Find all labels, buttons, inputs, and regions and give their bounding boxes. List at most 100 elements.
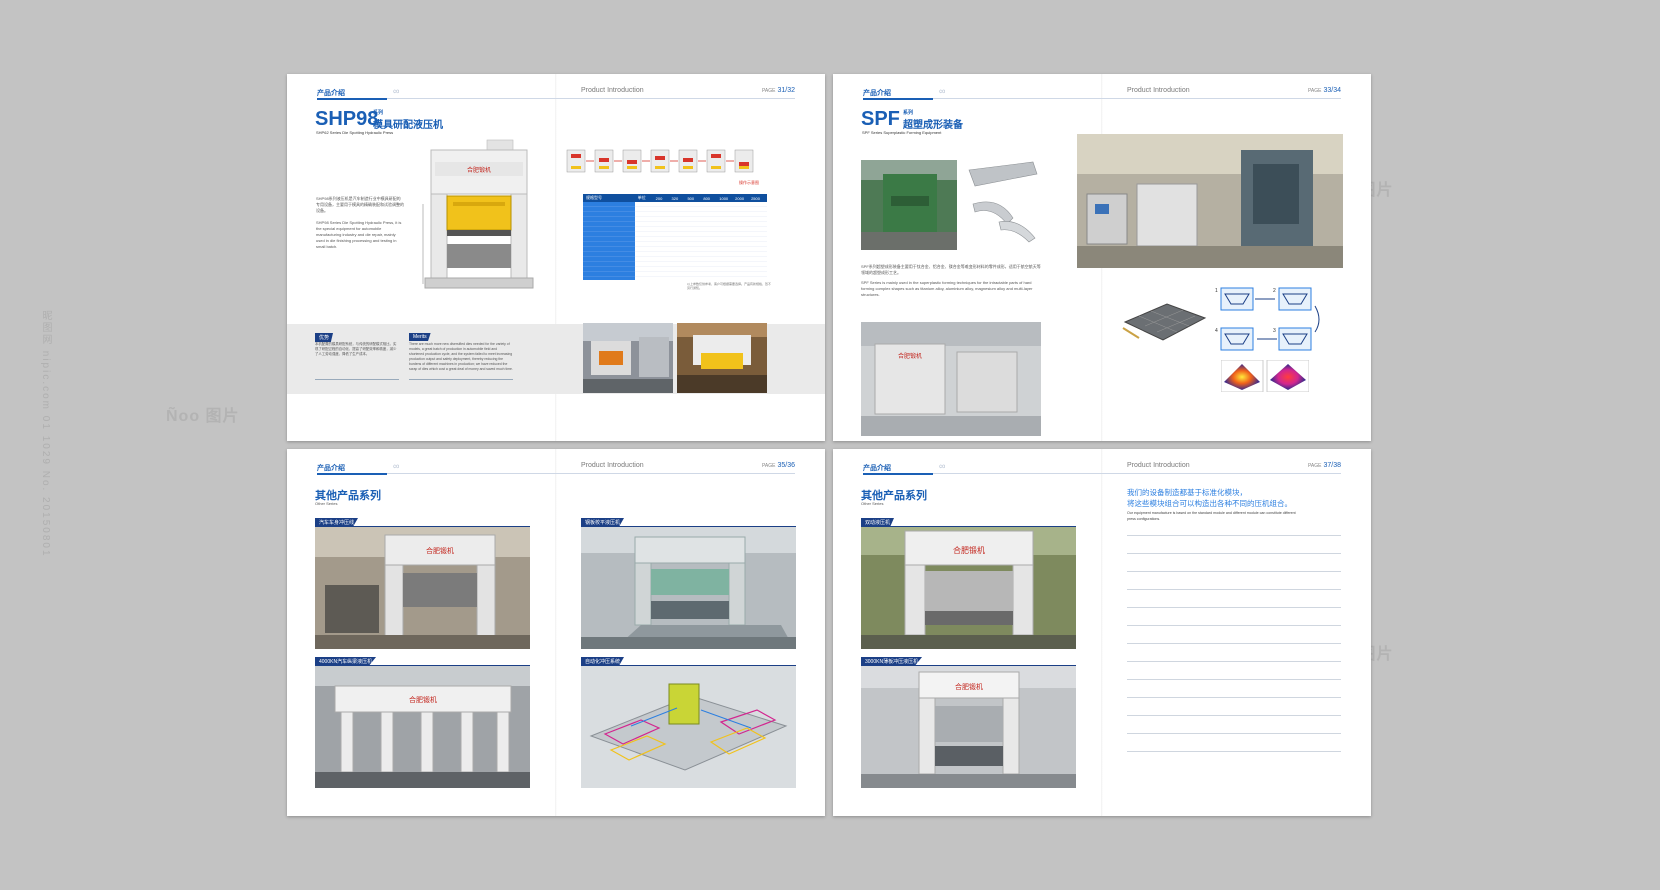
note-line: [1127, 661, 1341, 662]
merit-rule: [409, 379, 513, 380]
step-number: 4: [1215, 328, 1218, 334]
note-line: [1127, 679, 1341, 680]
spec-table: 规格型号 单位 200 320 500 800 1000 2000 2500: [583, 194, 767, 280]
merit-tag-cn: 优势: [315, 333, 334, 342]
press-machine-image: 合肥锻机: [422, 139, 534, 289]
note-text-en: Our equipment manufacture is based on th…: [1127, 511, 1296, 521]
leveling-press-photo: [581, 527, 796, 649]
running-title: Product Introduction: [1127, 462, 1190, 469]
watermark: Ñoo 图片: [166, 408, 240, 425]
header-rule-accent: [317, 98, 387, 100]
formed-parts-image: [968, 161, 1038, 243]
section-subtitle: Other Series: [861, 501, 884, 506]
thermal-simulation-image: [1221, 360, 1309, 392]
description-cn: SHP98系列液压机是汽车制造行业中模具研配的专用设备，主要用于模具的精确装配和…: [316, 196, 404, 213]
spf-mould-diagram: [1122, 303, 1207, 341]
header-rule: [863, 473, 1341, 474]
watermark-vertical-text: 昵图网 nipic.com 01 1029 No. 20150801: [40, 310, 51, 558]
note-line: [1127, 625, 1341, 626]
swirl-icon: ∞: [939, 461, 946, 471]
note-heading-cn: 我们的设备制造都基于标准化模块， 将这些模块组合可以构造出各种不同的压机组合。: [1127, 487, 1347, 509]
brochure-spread-other-series-b: 产品介绍 ∞ Product Introduction PAGE 37/38 其他…: [833, 449, 1371, 816]
description-en: SHP98 Series Die Spotting Hydraulic Pres…: [316, 220, 402, 249]
merit-rule: [315, 379, 399, 380]
section-label: 产品介绍: [317, 90, 345, 97]
note-heading-line: 我们的设备制造都基于标准化模块，: [1127, 488, 1247, 497]
running-title: Product Introduction: [581, 462, 644, 469]
model-suffix: 系列: [373, 110, 384, 116]
operation-cycle-diagram: [566, 149, 754, 173]
page-number: PAGE 35/36: [761, 462, 795, 469]
section-label: 产品介绍: [863, 465, 891, 472]
note-line: [1127, 733, 1341, 734]
model-name: SHP98: [315, 108, 379, 130]
running-title: Product Introduction: [581, 87, 644, 94]
merit-tag-en: Merits: [409, 333, 431, 341]
header-rule: [863, 98, 1341, 99]
page-number: PAGE 31/32: [761, 87, 795, 94]
note-line: [1127, 553, 1341, 554]
section-subtitle: Other Series: [315, 501, 338, 506]
product-title: 超塑成形装备: [903, 120, 963, 131]
brand-plate: 合肥锻机: [955, 682, 983, 691]
spec-table-title: 规格型号: [586, 195, 602, 200]
section-label: 产品介绍: [863, 90, 891, 97]
press-factory-photo: [677, 323, 767, 393]
note-line: [1127, 571, 1341, 572]
header-rule: [317, 473, 795, 474]
page-number: PAGE 37/38: [1307, 462, 1341, 469]
header-rule: [317, 98, 795, 99]
automation-render: [581, 666, 796, 788]
header-rule-accent: [863, 98, 933, 100]
double-action-press-photo: 合肥锻机: [861, 527, 1076, 649]
step-number: 1: [1215, 288, 1218, 294]
spec-col: 320: [671, 195, 679, 201]
spf-workshop-photo: [1077, 134, 1343, 268]
brochure-spread-shp98: 产品介绍 ∞ Product Introduction PAGE 31/32 SH…: [287, 74, 825, 441]
note-line: [1127, 589, 1341, 590]
note-line: [1127, 535, 1341, 536]
section-label: 产品介绍: [317, 465, 345, 472]
note-line: [1127, 715, 1341, 716]
spec-col: 800: [703, 195, 711, 201]
spec-col: 1000: [719, 195, 729, 201]
spec-col: 2500: [751, 195, 760, 201]
note-line: [1127, 607, 1341, 608]
merit-text-en: There are much more new diversified dies…: [409, 342, 513, 371]
spec-col: 200: [655, 195, 663, 201]
running-title: Product Introduction: [1127, 87, 1190, 94]
brochure-spread-spf: 产品介绍 ∞ Product Introduction PAGE 33/34 SP…: [833, 74, 1371, 441]
spec-table-stub: [583, 202, 635, 280]
product-title: 模具研配液压机: [373, 120, 443, 131]
spec-table-footnote: 以上参数仅供参考，客户可根据需要选择。产品有新规格，恕不另行通知。: [687, 282, 772, 290]
spine-fold: [555, 449, 557, 816]
note-line: [1127, 751, 1341, 752]
spec-col: 单位: [637, 195, 646, 200]
brand-plate: 合肥锻机: [426, 546, 454, 555]
sheet-press-photo: 合肥锻机: [861, 666, 1076, 788]
factory-photo: [583, 323, 673, 393]
note-lines: [1127, 535, 1341, 775]
description-cn: SPF系列超塑成形装备主要用于钛合金、铝合金、镁合金等难变形材料的零件成形，适用…: [861, 264, 1041, 275]
note-line: [1127, 697, 1341, 698]
forming-steps-diagram: 1 2 3 4: [1215, 287, 1320, 351]
header-rule-accent: [317, 473, 387, 475]
spf-line-photo: 合肥锻机: [861, 322, 1041, 436]
swirl-icon: ∞: [939, 86, 946, 96]
note-line: [1127, 643, 1341, 644]
press-line-photo: 合肥锻机: [315, 527, 530, 649]
note-heading-line: 将这些模块组合可以构造出各种不同的压机组合。: [1127, 499, 1292, 508]
spine-fold: [1101, 449, 1103, 816]
step-number: 2: [1273, 288, 1276, 294]
swirl-icon: ∞: [393, 86, 400, 96]
brand-plate: 合肥锻机: [409, 695, 437, 704]
merit-text-cn: 本机配置的模具研配系统，与传统的研配模式相比，实现了研配过程的自动化，提高了研配…: [315, 342, 397, 356]
brand-plate: 合肥锻机: [953, 545, 985, 555]
product-subtitle: SPF Series Superplastic Forming Equipmen…: [862, 130, 942, 135]
cycle-label: 操作示意图: [739, 180, 759, 185]
page-number: PAGE 33/34: [1307, 87, 1341, 94]
description-en: SPF Series is mainly used in the superpl…: [861, 280, 1033, 297]
spec-table-body: [635, 202, 767, 280]
spec-col: 2000: [735, 195, 745, 201]
brand-plate: 合肥锻机: [467, 166, 491, 174]
